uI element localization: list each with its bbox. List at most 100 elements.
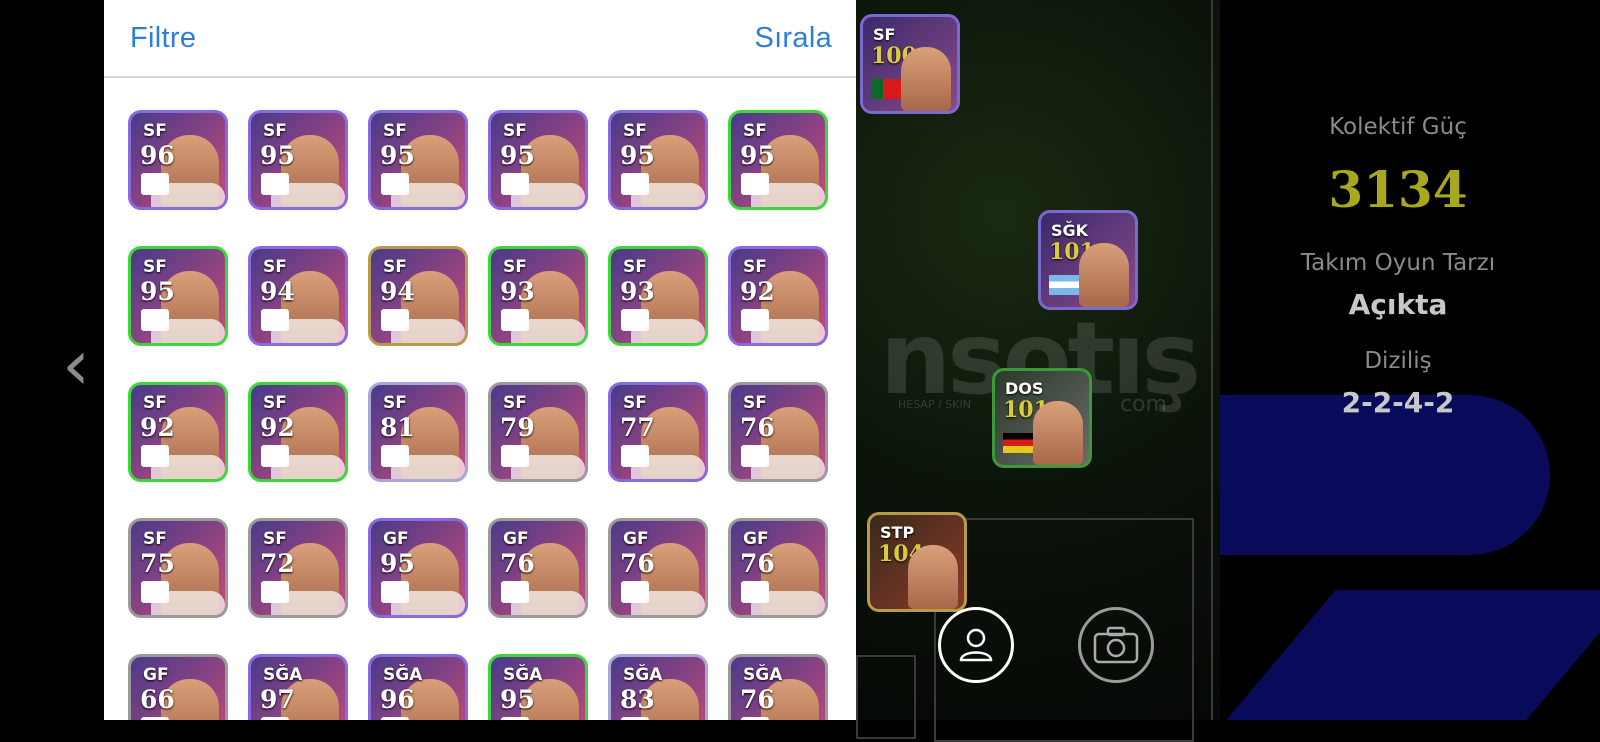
player-position: GF [743, 529, 769, 549]
player-card[interactable]: SF 95 [488, 110, 588, 210]
player-card[interactable]: GF 95 [368, 518, 468, 618]
field-player-position: STP [880, 523, 915, 542]
camera-button[interactable] [1078, 607, 1154, 683]
profile-button[interactable] [938, 607, 1014, 683]
club-badge-icon [141, 445, 169, 467]
field-player-position: SĞK [1051, 221, 1089, 240]
player-rating: 95 [380, 549, 415, 578]
player-position: SF [143, 121, 167, 141]
club-badge-icon [741, 445, 769, 467]
player-card[interactable]: SF 95 [608, 110, 708, 210]
player-card[interactable]: SF 92 [248, 382, 348, 482]
chevron-left-icon[interactable]: ‹ [62, 330, 102, 400]
player-position: SF [743, 257, 767, 277]
field-player-card[interactable]: STP 104 [867, 512, 967, 612]
player-card[interactable]: GF 66 [128, 654, 228, 720]
club-badge-icon [261, 309, 289, 331]
player-card[interactable]: SF 95 [728, 110, 828, 210]
sort-button[interactable]: Sırala [754, 22, 832, 55]
player-position: SF [743, 121, 767, 141]
decorative-shape [1220, 395, 1550, 555]
player-position: SĞA [623, 665, 663, 685]
player-card[interactable]: SF 93 [488, 246, 588, 346]
club-badge-icon [501, 581, 529, 603]
argentina-flag-icon [1049, 275, 1079, 295]
player-rating: 76 [500, 549, 535, 578]
player-rating: 97 [260, 685, 295, 714]
player-card[interactable]: SF 79 [488, 382, 588, 482]
field-player-card[interactable]: DOS 101 [992, 368, 1092, 468]
player-position: SF [383, 257, 407, 277]
player-card[interactable]: GF 76 [608, 518, 708, 618]
formation-value: 2-2-4-2 [1341, 386, 1455, 419]
club-badge-icon [741, 309, 769, 331]
player-card[interactable]: SF 95 [128, 246, 228, 346]
club-badge-icon [141, 173, 169, 195]
field-player-card[interactable]: SF 100 [860, 14, 960, 114]
pitch-line [856, 655, 916, 739]
player-position: SF [623, 121, 647, 141]
player-card[interactable]: SF 94 [368, 246, 468, 346]
player-position: SF [383, 121, 407, 141]
player-card[interactable]: SF 95 [248, 110, 348, 210]
club-badge-icon [141, 309, 169, 331]
filter-button[interactable]: Filtre [130, 22, 196, 55]
player-position: GF [383, 529, 409, 549]
team-power-value: 3134 [1328, 160, 1468, 219]
club-badge-icon [381, 309, 409, 331]
field-player-position: SF [873, 25, 896, 44]
player-card[interactable]: SĞA 76 [728, 654, 828, 720]
player-rating: 92 [140, 413, 175, 442]
player-rating: 95 [500, 141, 535, 170]
player-rating: 72 [260, 549, 295, 578]
club-badge-icon [621, 445, 649, 467]
camera-icon [1093, 626, 1139, 664]
field-player-card[interactable]: SĞK 101 [1038, 210, 1138, 310]
club-badge-icon [621, 173, 649, 195]
user-icon [959, 628, 993, 662]
player-position: SF [263, 393, 287, 413]
player-card[interactable]: SF 96 [128, 110, 228, 210]
player-position: SĞA [383, 665, 423, 685]
player-card[interactable]: SF 76 [728, 382, 828, 482]
player-card[interactable]: SF 72 [248, 518, 348, 618]
player-card[interactable]: SF 95 [368, 110, 468, 210]
player-card[interactable]: SĞA 95 [488, 654, 588, 720]
player-position: SĞA [263, 665, 303, 685]
portugal-flag-icon [871, 79, 901, 99]
player-card[interactable]: SF 94 [248, 246, 348, 346]
player-card[interactable]: SĞA 97 [248, 654, 348, 720]
club-badge-icon [381, 445, 409, 467]
player-card[interactable]: SĞA 96 [368, 654, 468, 720]
player-photo [1079, 243, 1129, 307]
player-card[interactable]: SF 93 [608, 246, 708, 346]
player-position: SF [503, 121, 527, 141]
club-badge-icon [741, 581, 769, 603]
player-card[interactable]: SĞA 83 [608, 654, 708, 720]
club-badge-icon [261, 445, 289, 467]
pitch-line [1211, 0, 1213, 720]
player-position: SĞA [743, 665, 783, 685]
player-rating: 95 [500, 685, 535, 714]
player-rating: 75 [140, 549, 175, 578]
player-card[interactable]: SF 77 [608, 382, 708, 482]
player-card[interactable]: SF 75 [128, 518, 228, 618]
player-position: SF [143, 257, 167, 277]
player-photo [901, 47, 951, 111]
player-rating: 95 [260, 141, 295, 170]
team-style-value: Açıkta [1348, 288, 1448, 321]
team-info-panel: Kolektif Güç 3134 Takım Oyun Tarzı Açıkt… [1220, 0, 1600, 720]
player-position: SF [623, 393, 647, 413]
player-card[interactable]: SF 81 [368, 382, 468, 482]
club-badge-icon [501, 445, 529, 467]
player-position: SĞA [503, 665, 543, 685]
player-card[interactable]: GF 76 [728, 518, 828, 618]
germany-flag-icon [1003, 433, 1033, 453]
player-position: SF [263, 121, 287, 141]
club-badge-icon [381, 173, 409, 195]
player-card[interactable]: SF 92 [728, 246, 828, 346]
player-position: SF [503, 393, 527, 413]
player-position: SF [143, 529, 167, 549]
player-card[interactable]: GF 76 [488, 518, 588, 618]
player-card[interactable]: SF 92 [128, 382, 228, 482]
